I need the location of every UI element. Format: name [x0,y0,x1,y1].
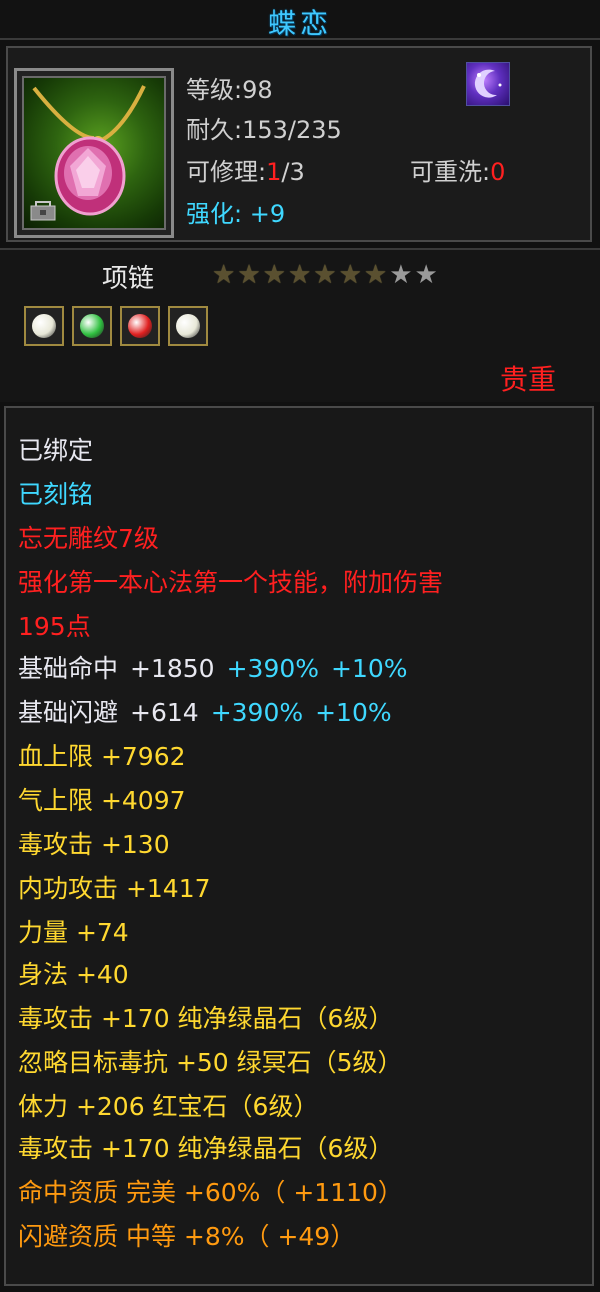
item-header-panel: 等级:98 耐久:153/235 可修理:1/3 可重洗:0 强化: +9 [6,46,592,242]
agility-line: 身法 +40 [18,960,129,989]
internal-attack-line: 内功攻击 +1417 [18,874,211,903]
bound-lock-icon [30,201,56,221]
item-icon-frame [14,68,174,238]
dodge-value: +614 [130,698,199,727]
attributes-panel: 已绑定 已刻铭 忘无雕纹7级 强化第一本心法第一个技能，附加伤害 195点 基础… [4,406,594,1286]
quality-dodge-line: 闪避资质 中等 +8%（ +49） [18,1222,356,1251]
item-title: 蝶恋 [267,7,332,40]
engraved-status: 已刻铭 [18,480,94,509]
white-diamond-gem-icon[interactable] [24,306,64,346]
qi-max-line: 气上限 +4097 [18,786,186,815]
item-tooltip: 蝶恋 等级:98 耐久:153/235 可修理:1/3 可重洗:0 强化: +9… [0,0,600,1292]
gem-core [128,314,152,338]
moon-swirl-skill-icon[interactable] [466,62,510,106]
rarity-label: 贵重 [499,363,556,396]
gem-core [80,314,104,338]
green-crystal-gem-icon[interactable] [72,306,112,346]
dodge-bonus-1: +390% [210,698,304,727]
hit-bonus-2: +10% [331,654,408,683]
rewash-line: 可重洗:0 [410,158,506,186]
effect-line-1: 强化第一本心法第一个技能，附加伤害 [18,568,444,597]
gem-core [176,314,200,338]
hit-bonus-1: +390% [226,654,320,683]
star-lit-icon: ★ [262,260,286,290]
repairable-line: 可修理:1/3 [186,158,305,186]
gem-sockets [24,306,216,346]
dodge-line: 基础闪避 +614 +390% +10% [18,696,392,730]
star-lit-icon: ★ [313,260,337,290]
repairable-total: /3 [281,158,305,186]
star-empty-icon: ★ [389,260,413,290]
durability-label: 耐久 [186,116,234,144]
enhance-line: 强化: +9 [186,194,285,229]
ruby-gem-icon[interactable] [120,306,160,346]
item-type: 项链 [102,264,155,294]
hit-line: 基础命中 +1850 +390% +10% [18,652,408,686]
enhance-value: : +9 [234,200,286,228]
level-line: 等级:98 [186,70,273,105]
gem-attr-line-4: 毒攻击 +170 纯净绿晶石（6级） [18,1134,394,1163]
star-lit-icon: ★ [363,260,388,290]
repairable-current: 1 [266,158,282,186]
star-lit-icon: ★ [287,260,312,290]
quality-hit-line: 命中资质 完美 +60%（ +1110） [18,1178,403,1207]
durability-value: :153/235 [234,116,342,144]
star-lit-icon: ★ [212,260,236,290]
star-rating: ★★★★★★★★★ [212,262,440,288]
item-type-panel: 项链 ★★★★★★★★★ 贵重 [0,248,600,402]
gem-attr-line-3: 体力 +206 红宝石（6级） [18,1092,319,1121]
hit-label: 基础命中 [18,654,119,683]
hp-max-line: 血上限 +7962 [18,742,186,771]
gem-attr-line-2: 忽略目标毒抗 +50 绿冥石（5级） [18,1048,403,1077]
rewash-value: 0 [490,158,506,186]
durability-line: 耐久:153/235 [186,110,342,145]
dodge-bonus-2: +10% [315,698,392,727]
repairable-label: 可修理 [186,158,258,186]
pattern-line: 忘无雕纹7级 [18,524,159,553]
white-diamond-gem-icon[interactable] [168,306,208,346]
rewash-label: 可重洗 [410,158,482,186]
poison-attack-line: 毒攻击 +130 [18,830,170,859]
necklace-pink-gem-icon [22,76,166,230]
hit-value: +1850 [130,654,215,683]
gem-attr-line-1: 毒攻击 +170 纯净绿晶石（6级） [18,1004,394,1033]
title-bar: 蝶恋 [0,0,600,40]
star-lit-icon: ★ [237,260,261,290]
star-empty-icon: ★ [414,260,438,290]
bound-status: 已绑定 [18,436,94,465]
level-label: 等级 [186,76,234,104]
star-lit-icon: ★ [338,260,362,290]
level-value: :98 [234,76,273,104]
gem-core [32,314,56,338]
enhance-label: 强化 [186,200,234,228]
effect-line-2: 195点 [18,612,91,641]
dodge-label: 基础闪避 [18,698,119,727]
strength-line: 力量 +74 [18,918,129,947]
